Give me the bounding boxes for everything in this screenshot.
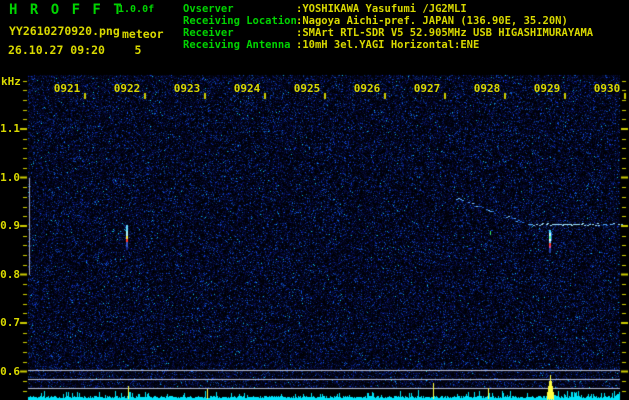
time-axis: 0921 0922 0923 0924 0925 0926 0927 0928 0929 0930 xyxy=(37,82,629,95)
freq-tick-label: 1.1 xyxy=(0,122,20,135)
meteor-count: 5 xyxy=(134,43,142,57)
header-field-row: Receiving Antenna :10mH 3el.YAGI Horizont… xyxy=(183,39,593,51)
header-field-row: Ovserver :YOSHIKAWA Yasufumi /JG2MLI xyxy=(183,3,593,15)
time-tick-label: 0930 xyxy=(593,82,621,95)
field-label: Receiving Location xyxy=(183,15,297,27)
freq-axis-unit: kHz xyxy=(1,75,21,88)
time-tick-label: 0928 xyxy=(473,82,501,95)
spectrogram-canvas xyxy=(0,0,629,400)
time-tick-label: 0923 xyxy=(173,82,201,95)
time-tick-label: 0924 xyxy=(233,82,261,95)
field-value: :SMArt RTL-SDR V5 52.905MHz USB HIGASHIM… xyxy=(296,27,594,39)
hrofft-window: H R O F F T 1.0.0f YY2610270920.png mete… xyxy=(0,0,629,400)
app-title: H R O F F T xyxy=(9,2,124,18)
field-value: :10mH 3el.YAGI Horizontal:ENE xyxy=(296,39,480,51)
mode-label: meteor xyxy=(122,27,164,41)
field-label: Receiving Antenna xyxy=(183,39,291,51)
time-tick-label: 0925 xyxy=(293,82,321,95)
header-field-row: Receiving Location:Nagoya Aichi-pref. JA… xyxy=(183,15,593,27)
time-tick-label: 0926 xyxy=(353,82,381,95)
field-value: :Nagoya Aichi-pref. JAPAN (136.90E, 35.2… xyxy=(296,15,568,27)
app-version: 1.0.0f xyxy=(118,4,155,15)
station-info-block: Ovserver:YOSHIKAWA Yasufumi /JG2MLI Recei… xyxy=(183,3,593,51)
field-label: Ovserver xyxy=(183,3,234,15)
output-filename: YY2610270920.png xyxy=(9,24,120,38)
freq-tick-label: 0.7 xyxy=(0,316,20,329)
freq-tick-label: 0.6 xyxy=(0,364,20,378)
freq-tick-label: 0.8 xyxy=(0,267,20,281)
record-datetime: 26.10.27 09:20 xyxy=(8,43,105,57)
freq-tick-label: 1.0 xyxy=(0,170,20,184)
field-label: Receiver xyxy=(183,27,234,39)
time-tick-label: 0921 xyxy=(53,82,81,95)
time-tick-label: 0927 xyxy=(413,82,441,95)
time-tick-label: 0929 xyxy=(533,82,561,95)
field-value: :YOSHIKAWA Yasufumi /JG2MLI xyxy=(296,3,467,15)
header-field-row: Receiver :SMArt RTL-SDR V5 52.905MHz USB … xyxy=(183,27,593,39)
time-tick-label: 0922 xyxy=(113,82,141,95)
freq-tick-label: 0.9 xyxy=(0,219,20,232)
